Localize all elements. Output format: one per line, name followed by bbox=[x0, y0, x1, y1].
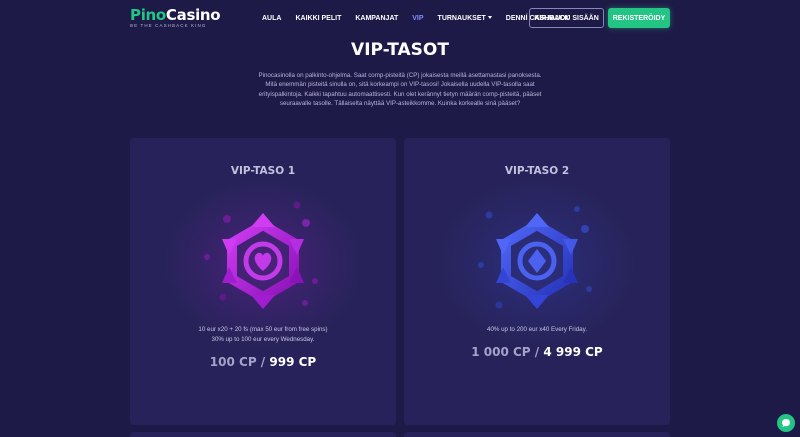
vip-level-card-2: VIP-TASO 2 40% up to 200 eur x40 Every F… bbox=[404, 138, 670, 425]
sparkle-dot bbox=[219, 293, 227, 301]
sparkle-dot bbox=[495, 301, 503, 309]
vip-level-cp-range: 1 000 CP / 4 999 CP bbox=[404, 345, 670, 359]
sparkle-dot bbox=[302, 219, 310, 227]
vip-level-card-1: VIP-TASO 1 10 eur x20 + 20 fs (max 50 eu… bbox=[130, 138, 396, 425]
sparkle-dot bbox=[586, 286, 592, 292]
sparkle-dot bbox=[574, 206, 580, 212]
vip-level-title: VIP-TASO 2 bbox=[504, 165, 570, 177]
vip-level-1-badge-icon bbox=[204, 201, 318, 309]
sparkle-dot bbox=[312, 278, 318, 284]
live-chat-button[interactable] bbox=[777, 414, 795, 432]
heart-suit-icon bbox=[254, 252, 272, 271]
diamond-suit-icon bbox=[528, 249, 546, 273]
pinocasino-logo[interactable]: PinoCasino BE THE CASHBACK KING bbox=[130, 6, 221, 28]
logo-part-pino: Pino bbox=[130, 6, 166, 24]
sparkle-dot bbox=[293, 201, 301, 209]
intro-text: Pinocasinolla on palkinto-ohjelma. Saat … bbox=[240, 71, 560, 108]
cp-separator: / bbox=[260, 355, 266, 369]
logo-part-casino: Casino bbox=[165, 6, 221, 24]
intro-line: Pinocasinolla on palkinto-ohjelma. Saat … bbox=[258, 72, 542, 79]
sparkle-dot bbox=[223, 215, 231, 223]
vip-level-title: VIP-TASO 1 bbox=[230, 165, 296, 177]
vip-level-rewards: 10 eur x20 + 20 fs (max 50 eur from free… bbox=[130, 325, 396, 345]
cp-max: 4 999 CP bbox=[543, 345, 603, 359]
nav-item-kaikki-pelit[interactable]: KAIKKI PELIT bbox=[295, 15, 341, 22]
logo-wordmark: PinoCasino bbox=[130, 6, 221, 24]
intro-line: Mitä enemmän pisteitä sinulla on, sitä k… bbox=[265, 81, 535, 89]
intro-line: erityispalkintoja. Kaikki tapahtuu autom… bbox=[258, 90, 542, 98]
vip-level-2-badge-icon bbox=[478, 206, 592, 309]
sparkle-dot bbox=[581, 225, 589, 233]
nav-item-turnaukset-label: TURNAUKSET bbox=[437, 14, 486, 22]
intro-line: seuraavalle tasolle. Tällaiselta näyttää… bbox=[279, 99, 521, 107]
nav-item-kampanjat[interactable]: KAMPANJAT bbox=[355, 15, 398, 22]
sparkle-dot bbox=[478, 262, 484, 268]
register-button[interactable]: REKISTERÖIDY bbox=[608, 8, 670, 28]
sparkle-dot bbox=[485, 211, 493, 219]
reward-line: 30% up to 100 eur every Wednesday. bbox=[211, 336, 315, 343]
nav-item-turnaukset[interactable]: TURNAUKSET bbox=[438, 15, 492, 22]
caret-down-icon bbox=[487, 16, 492, 20]
chat-bubble-icon bbox=[782, 419, 790, 427]
vip-level-card-4-top-edge bbox=[404, 432, 670, 437]
cp-min: 100 CP bbox=[209, 355, 257, 369]
nav-item-aula[interactable]: AULA bbox=[262, 15, 281, 22]
vip-level-rewards: 40% up to 200 eur x40 Every Friday. bbox=[404, 325, 670, 335]
page-title: VIP-TASOT bbox=[351, 40, 449, 60]
login-button[interactable]: KIRJAUDU SISÄÄN bbox=[529, 8, 604, 28]
sparkle-dot bbox=[204, 254, 210, 260]
vip-level-card-3-top-edge bbox=[130, 432, 396, 437]
nav-item-vip[interactable]: VIP bbox=[412, 15, 423, 22]
reward-line: 40% up to 200 eur x40 Every Friday. bbox=[487, 326, 587, 333]
vip-level-cp-range: 100 CP / 999 CP bbox=[130, 355, 396, 369]
reward-line: 10 eur x20 + 20 fs (max 50 eur from free… bbox=[198, 326, 328, 333]
cp-min: 1 000 CP bbox=[471, 345, 531, 359]
sparkle-dot bbox=[302, 300, 308, 306]
cp-max: 999 CP bbox=[269, 355, 317, 369]
cp-separator: / bbox=[534, 345, 540, 359]
site-header: PinoCasino BE THE CASHBACK KING AULA KAI… bbox=[0, 0, 800, 36]
